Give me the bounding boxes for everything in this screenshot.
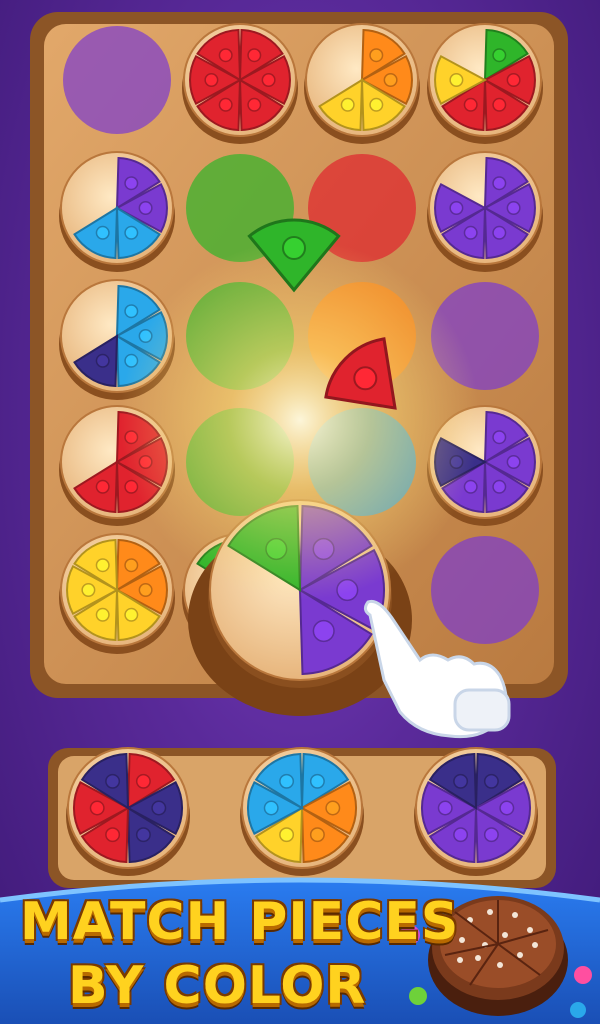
slice-knob [312,619,335,643]
slice-knob [449,73,464,87]
target-slot-purple[interactable] [63,26,171,134]
slice-knob [263,800,279,816]
game-screen: MATCH PIECES BY COLOR [0,0,600,1024]
slice-knob [492,48,507,63]
slice-knob [89,800,105,816]
slice-knob [124,304,139,319]
tray-plate-3[interactable] [414,747,538,876]
slice-knob [492,97,507,112]
slice-knob [124,558,139,573]
slice-knob [325,800,341,816]
plate-r1-c0[interactable] [59,151,175,272]
slice-knob [309,827,325,843]
slice-knob [492,479,507,494]
slice-knob [383,73,398,87]
game-scene [0,12,600,1024]
slice-knob [124,607,139,622]
tray-plate-1[interactable] [66,747,190,876]
slice-knob [105,773,121,789]
banner-title-line1: MATCH PIECES [20,892,460,952]
slice-knob [499,800,515,816]
slice-knob [483,827,499,843]
slice-knob [279,773,295,789]
plate-r0-c3[interactable] [427,23,543,144]
slice-knob [95,558,110,573]
slice-knob [340,97,355,112]
slice-knob [105,827,121,843]
slice-knob [483,773,499,789]
slice-knob [261,73,276,87]
slice-knob [124,225,139,240]
plate-r1-c3[interactable] [427,151,543,272]
slice-knob [492,430,507,445]
slice-knob [204,73,219,87]
slice-knob [135,827,151,843]
plate-r0-c1[interactable] [182,23,298,144]
slice-knob [151,800,167,816]
slice-knob [138,583,153,597]
slice-knob [95,353,110,368]
target-slot-purple[interactable] [431,536,539,644]
slice-knob [135,773,151,789]
tray-plate-2[interactable] [240,747,364,876]
slice-knob [81,583,96,597]
slice-knob [453,827,469,843]
slice-knob [463,225,478,240]
sparkle-glow [120,240,480,600]
slice-knob [247,97,262,112]
slice-knob [463,97,478,112]
slice-knob [95,479,110,494]
slice-knob [124,176,139,191]
slice-knob [279,827,295,843]
slice-knob [506,455,521,469]
slice-knob [138,201,153,215]
banner-title-line2: BY COLOR [68,956,367,1016]
slice-knob [449,201,464,215]
slice-knob [492,176,507,191]
slice-knob [309,773,325,789]
plate-r4-c0[interactable] [59,533,175,654]
slice-knob [453,773,469,789]
plate-r0-c2[interactable] [304,23,420,144]
slice-knob [218,48,233,63]
slice-knob [95,607,110,622]
slice-knob [437,800,453,816]
slice-knob [506,73,521,87]
slice-knob [218,97,233,112]
slice-knob [247,48,262,63]
slice-knob [282,236,306,260]
slice-knob [506,201,521,215]
slice-knob [492,225,507,240]
slice-knob [369,48,384,63]
slice-knob [369,97,384,112]
slice-knob [95,225,110,240]
slice-knob [353,366,378,391]
